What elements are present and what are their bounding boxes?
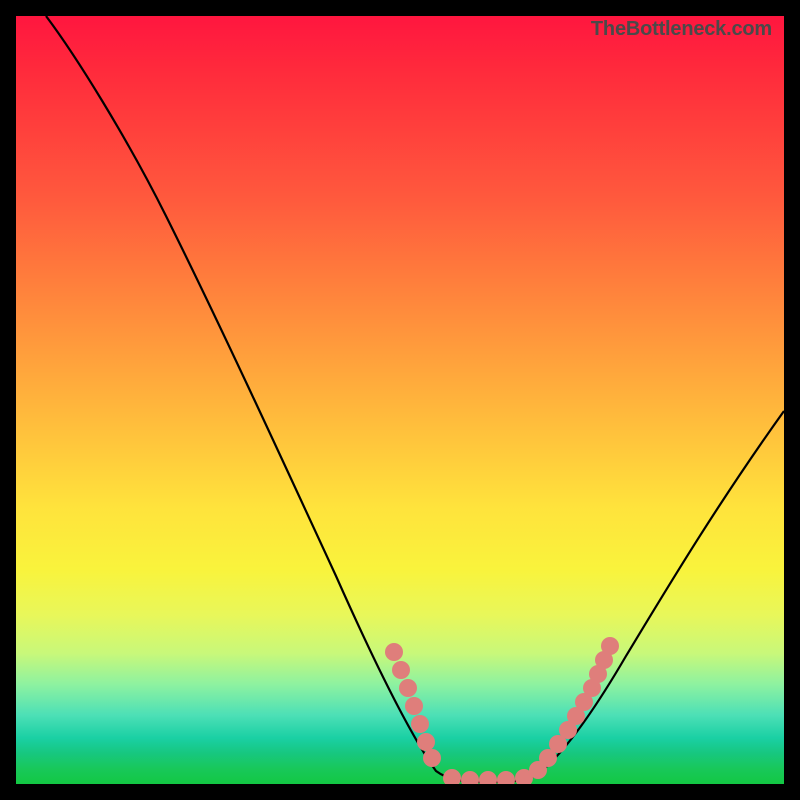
plot-area: TheBottleneck.com [16,16,784,784]
bottleneck-curve [46,16,784,782]
chart-frame: TheBottleneck.com [0,0,800,800]
dot [392,661,410,679]
dot [461,771,479,784]
dot [417,733,435,751]
dot [601,637,619,655]
dot [497,771,515,784]
dot [399,679,417,697]
dot [479,771,497,784]
dot [423,749,441,767]
dot [385,643,403,661]
sample-dots [385,637,619,784]
dot [411,715,429,733]
dot [405,697,423,715]
dot [443,769,461,784]
bottleneck-curve-svg [16,16,784,784]
